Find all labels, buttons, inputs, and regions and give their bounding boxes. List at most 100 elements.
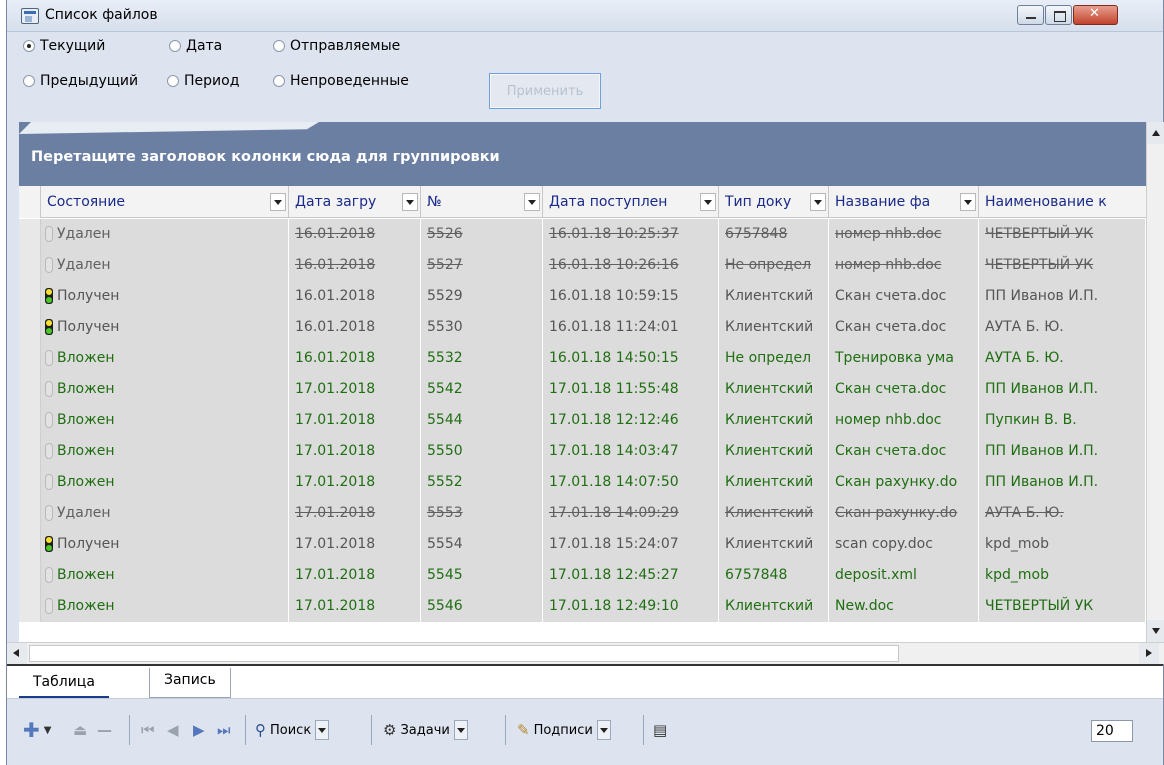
- search-button[interactable]: ⚲ Поиск: [255, 717, 330, 743]
- column-header-number[interactable]: №: [421, 186, 543, 218]
- tab-record[interactable]: Запись: [149, 668, 231, 698]
- cell-date: 16.01.2018: [289, 219, 421, 250]
- table-row[interactable]: Получен 16.01.2018 5530 16.01.18 11:24:01 Кл…: [19, 312, 1146, 343]
- apply-button[interactable]: Применить: [489, 73, 601, 109]
- table-row[interactable]: Вложен 17.01.2018 5546 17.01.18 12:49:10 Кли…: [19, 591, 1146, 622]
- chevron-down-icon[interactable]: ▼: [44, 725, 52, 736]
- chevron-down-icon[interactable]: [596, 720, 611, 740]
- cell-type: Клиентский: [719, 405, 829, 436]
- scroll-thumb[interactable]: [29, 645, 899, 662]
- row-selector[interactable]: [19, 498, 41, 529]
- first-record-button[interactable]: ⏮: [141, 717, 155, 743]
- app-icon: [21, 8, 39, 24]
- radio-date[interactable]: Дата: [169, 38, 222, 54]
- row-selector[interactable]: [19, 436, 41, 467]
- column-header-upload-date[interactable]: Дата загру: [289, 186, 421, 218]
- radio-unposted[interactable]: Непроведенные: [273, 73, 409, 89]
- horizontal-scrollbar[interactable]: [7, 642, 1164, 664]
- toolbar-separator: [643, 715, 644, 745]
- cell-status: Вложен: [41, 560, 289, 591]
- chevron-down-icon[interactable]: [524, 193, 540, 211]
- scroll-up-icon[interactable]: [1147, 122, 1164, 144]
- row-selector[interactable]: [19, 591, 41, 622]
- traffic-light-icon: [45, 319, 53, 335]
- signature-icon: ✎: [517, 721, 530, 739]
- table-row[interactable]: Вложен 17.01.2018 5542 17.01.18 11:55:48 Кли…: [19, 374, 1146, 405]
- row-selector[interactable]: [19, 529, 41, 560]
- minimize-button[interactable]: [1017, 5, 1044, 25]
- cell-name: ПП Иванов И.П.: [979, 436, 1146, 467]
- cell-received: 17.01.18 12:45:27: [543, 560, 719, 591]
- tasks-button[interactable]: ⚙ Задачи: [383, 717, 468, 743]
- add-button[interactable]: ✚ ▼: [23, 717, 51, 743]
- row-selector[interactable]: [19, 467, 41, 498]
- traffic-light-icon: [45, 567, 53, 583]
- column-header-file-name[interactable]: Название фа: [829, 186, 979, 218]
- chevron-down-icon[interactable]: [960, 193, 976, 211]
- row-selector[interactable]: [19, 281, 41, 312]
- table-row[interactable]: Вложен 17.01.2018 5550 17.01.18 14:03:47 Кли…: [19, 436, 1146, 467]
- row-selector[interactable]: [19, 405, 41, 436]
- files-table: Состояние Дата загру № Дата поступлен Ти…: [19, 186, 1146, 642]
- signatures-button[interactable]: ✎ Подписи: [517, 717, 611, 743]
- chevron-down-icon[interactable]: [315, 720, 330, 740]
- scroll-down-icon[interactable]: [1147, 620, 1164, 642]
- next-record-button[interactable]: ▶: [193, 717, 205, 743]
- column-header-doc-type[interactable]: Тип доку: [719, 186, 829, 218]
- scroll-left-icon[interactable]: [7, 643, 27, 664]
- column-header-client-name[interactable]: Наименование к: [979, 186, 1146, 218]
- table-row[interactable]: Удален 17.01.2018 5553 17.01.18 14:09:29 Кли…: [19, 498, 1146, 529]
- table-row[interactable]: Получен 16.01.2018 5529 16.01.18 10:59:15 Кл…: [19, 281, 1146, 312]
- cell-status: Получен: [41, 312, 289, 343]
- table-row[interactable]: Вложен 17.01.2018 5545 17.01.18 12:45:27 675…: [19, 560, 1146, 591]
- status-text: Вложен: [57, 350, 115, 366]
- row-selector[interactable]: [19, 343, 41, 374]
- cell-type: Клиентский: [719, 591, 829, 622]
- radio-current[interactable]: Текущий: [23, 38, 105, 54]
- vertical-scrollbar[interactable]: [1146, 122, 1164, 642]
- row-selector[interactable]: [19, 312, 41, 343]
- row-selector[interactable]: [19, 560, 41, 591]
- table-row[interactable]: Удален 16.01.2018 5526 16.01.18 10:25:37 675…: [19, 219, 1146, 250]
- row-selector[interactable]: [19, 250, 41, 281]
- cell-name: ПП Иванов И.П.: [979, 281, 1146, 312]
- cell-status: Удален: [41, 250, 289, 281]
- table-row[interactable]: Вложен 17.01.2018 5552 17.01.18 14:07:50 Кли…: [19, 467, 1146, 498]
- last-record-button[interactable]: ⏭: [217, 717, 231, 743]
- cell-num: 5553: [421, 498, 543, 529]
- delete-button[interactable]: —: [97, 717, 112, 743]
- prev-record-button[interactable]: ◀: [167, 717, 179, 743]
- cell-file: Скан счета.doc: [829, 312, 979, 343]
- cell-received: 16.01.18 14:50:15: [543, 343, 719, 374]
- row-selector[interactable]: [19, 374, 41, 405]
- close-button[interactable]: [1073, 5, 1118, 25]
- chevron-down-icon[interactable]: [270, 193, 286, 211]
- cell-received: 17.01.18 11:55:48: [543, 374, 719, 405]
- toolbar-separator: [371, 715, 372, 745]
- chevron-down-icon[interactable]: [453, 720, 468, 740]
- chevron-down-icon[interactable]: [700, 193, 716, 211]
- export-button[interactable]: ▤: [653, 717, 667, 743]
- scroll-right-icon[interactable]: [1139, 643, 1159, 664]
- tab-table[interactable]: Таблица: [19, 670, 109, 698]
- radio-outgoing[interactable]: Отправляемые: [273, 38, 400, 54]
- radio-period[interactable]: Период: [167, 73, 239, 89]
- maximize-button[interactable]: [1045, 5, 1072, 25]
- table-row[interactable]: Удален 16.01.2018 5527 16.01.18 10:26:16 Не …: [19, 250, 1146, 281]
- chevron-down-icon[interactable]: [810, 193, 826, 211]
- table-row[interactable]: Вложен 16.01.2018 5532 16.01.18 14:50:15 Не …: [19, 343, 1146, 374]
- cell-date: 17.01.2018: [289, 560, 421, 591]
- group-by-panel[interactable]: Перетащите заголовок колонки сюда для гр…: [19, 122, 1146, 186]
- page-size-field[interactable]: 20: [1091, 720, 1133, 742]
- cell-file: номер nhb.doc: [829, 219, 979, 250]
- column-header-received-date[interactable]: Дата поступлен: [543, 186, 719, 218]
- chevron-down-icon[interactable]: [402, 193, 418, 211]
- edit-button[interactable]: ⏏: [73, 717, 87, 743]
- radio-previous[interactable]: Предыдущий: [23, 73, 138, 89]
- table-row[interactable]: Вложен 17.01.2018 5544 17.01.18 12:12:46 Кли…: [19, 405, 1146, 436]
- file-list-window: Список файлов Текущий Дата Отправляемые …: [6, 0, 1164, 765]
- traffic-light-icon: [45, 536, 53, 552]
- table-row[interactable]: Получен 17.01.2018 5554 17.01.18 15:24:07 Кл…: [19, 529, 1146, 560]
- column-header-status[interactable]: Состояние: [41, 186, 289, 218]
- row-selector[interactable]: [19, 219, 41, 250]
